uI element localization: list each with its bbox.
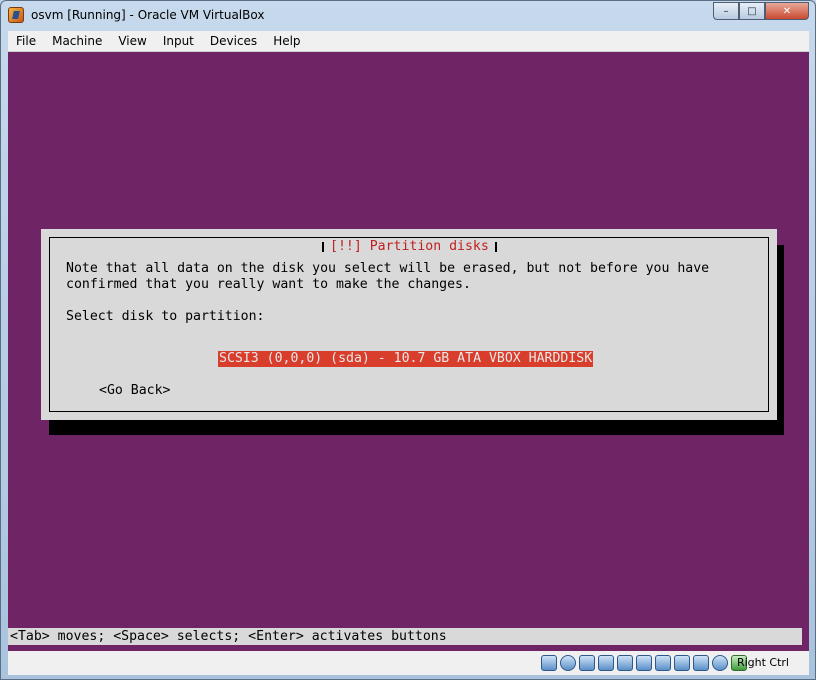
message-line-2: confirmed that you really want to make t…: [66, 277, 471, 292]
virtualbox-window: osvm [Running] - Oracle VM VirtualBox – …: [0, 0, 816, 680]
close-button[interactable]: ✕: [765, 2, 809, 20]
menu-bar: File Machine View Input Devices Help: [8, 31, 809, 52]
floppy-icon[interactable]: [579, 655, 595, 671]
menu-input[interactable]: Input: [155, 31, 202, 51]
optical-drive-icon[interactable]: [560, 655, 576, 671]
usb-icon[interactable]: [617, 655, 633, 671]
network-icon[interactable]: [598, 655, 614, 671]
mouse-integration-icon[interactable]: [693, 655, 709, 671]
window-title: osvm [Running] - Oracle VM VirtualBox: [31, 8, 265, 22]
shared-folders-icon[interactable]: [636, 655, 652, 671]
restore-button[interactable]: □: [739, 2, 765, 20]
menu-file[interactable]: File: [8, 31, 44, 51]
partition-dialog: [!!] Partition disks Note that all data …: [41, 229, 777, 420]
menu-view[interactable]: View: [110, 31, 154, 51]
menu-help[interactable]: Help: [265, 31, 308, 51]
dialog-frame: [!!] Partition disks Note that all data …: [49, 237, 769, 412]
select-disk-prompt: Select disk to partition:: [66, 309, 265, 324]
title-bar[interactable]: osvm [Running] - Oracle VM VirtualBox – …: [1, 1, 815, 31]
status-bar: Right Ctrl: [8, 651, 809, 675]
minimize-button[interactable]: –: [713, 2, 739, 20]
message-line-1: Note that all data on the disk you selec…: [66, 261, 710, 276]
vm-screen[interactable]: [!!] Partition disks Note that all data …: [8, 52, 809, 651]
video-capture-icon[interactable]: [674, 655, 690, 671]
host-key-label: Right Ctrl: [736, 656, 789, 669]
display-icon[interactable]: [655, 655, 671, 671]
go-back-button[interactable]: <Go Back>: [99, 383, 170, 399]
dialog-title: [!!] Partition disks: [322, 238, 497, 256]
hard-disk-icon[interactable]: [541, 655, 557, 671]
cpu-icon: [712, 655, 728, 671]
menu-machine[interactable]: Machine: [44, 31, 110, 51]
disk-option-sda[interactable]: SCSI3 (0,0,0) (sda) - 10.7 GB ATA VBOX H…: [218, 351, 594, 367]
virtualbox-app-icon: [8, 7, 24, 23]
menu-devices[interactable]: Devices: [202, 31, 265, 51]
window-controls: – □ ✕: [713, 2, 809, 21]
status-icons: [538, 655, 747, 671]
footer-hint: <Tab> moves; <Space> selects; <Enter> ac…: [10, 629, 447, 644]
